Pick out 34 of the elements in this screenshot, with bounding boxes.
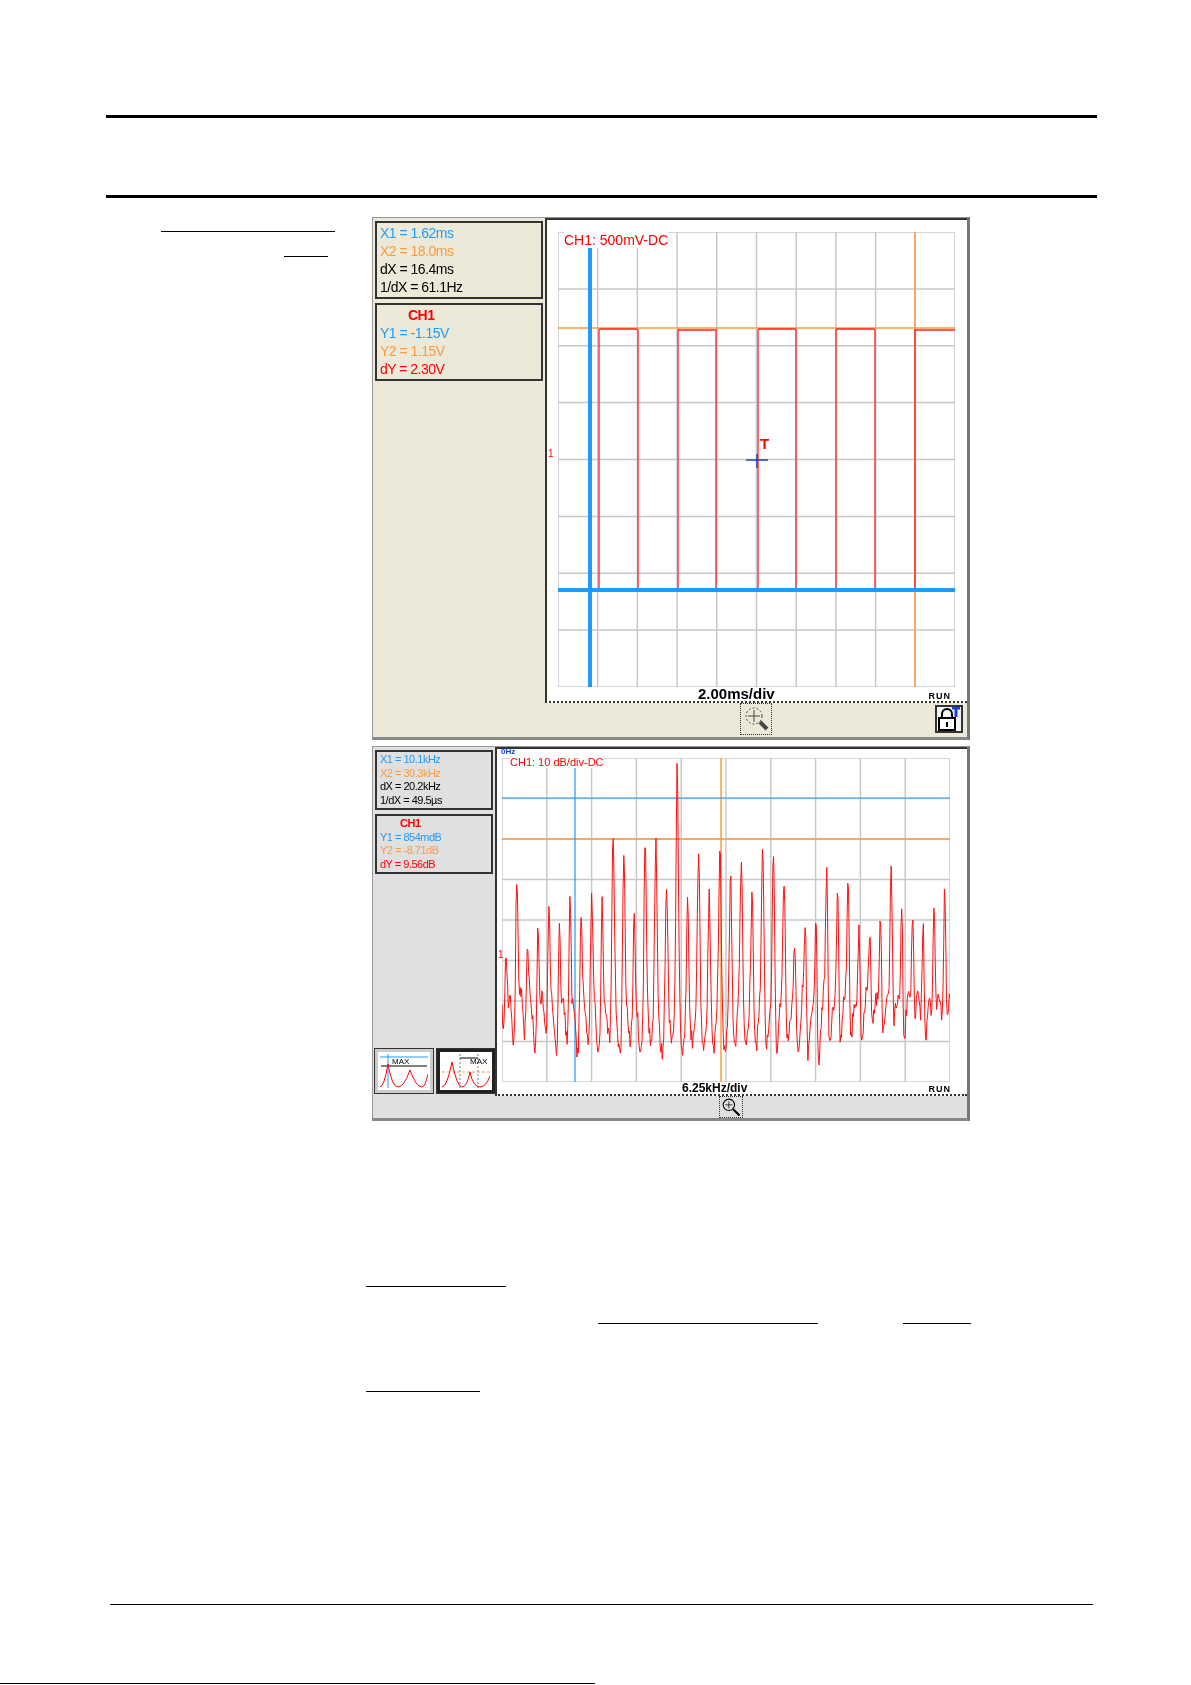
channel-marker: 1 <box>548 448 554 459</box>
run-status: RUN <box>928 691 952 701</box>
readout-text: 1/dX = 61.1Hz <box>380 278 464 296</box>
magnifier-icon <box>742 705 770 733</box>
readout-text: X2 = 30.3kHz <box>380 766 442 780</box>
padlock-icon <box>937 707 961 731</box>
readout-text: Y1 = 854mdB <box>380 830 443 844</box>
readout-text: Y2 = -8.71dB <box>380 844 440 858</box>
channel-marker: 1 <box>498 949 504 960</box>
readout-text: dY = 9.56dB <box>380 857 437 871</box>
origin-label: 0Hz <box>501 747 516 756</box>
magnifier-icon <box>721 1097 741 1117</box>
run-status: RUN <box>928 1084 952 1094</box>
peak-mode-button[interactable]: MAX <box>375 1049 433 1093</box>
peak-mode-button[interactable]: MAX <box>437 1049 495 1093</box>
zoom-button[interactable] <box>740 703 772 735</box>
channel-title: CH1 <box>407 306 436 324</box>
readout-text: 1/dX = 49.5µs <box>380 793 443 807</box>
zoom-button[interactable] <box>719 1096 743 1118</box>
readout-text: Y2 = 1.15V <box>380 342 446 360</box>
trigger-marker: T <box>760 435 770 452</box>
channel-scale-label: CH1: 500mV-DC <box>564 232 669 248</box>
timebase-label: 2.00ms/div <box>698 686 775 701</box>
channel-scale-label: CH1: 10 dB/div-DC <box>510 756 604 768</box>
readout-text: dX = 20.2kHz <box>380 780 442 794</box>
channel-title: CH1 <box>399 817 422 831</box>
readout-text: dX = 16.4ms <box>380 260 455 278</box>
readout-text: X1 = 10.1kHz <box>380 753 442 767</box>
readout-text: dY = 2.30V <box>380 360 446 378</box>
readout-text: X1 = 1.62ms <box>380 224 455 242</box>
readout-text: Y1 = -1.15V <box>380 324 450 342</box>
frequency-scale-label: 6.25kHz/div <box>682 1082 748 1094</box>
readout-text: X2 = 18.0ms <box>380 242 455 260</box>
trigger-lock-button[interactable] <box>935 705 963 733</box>
